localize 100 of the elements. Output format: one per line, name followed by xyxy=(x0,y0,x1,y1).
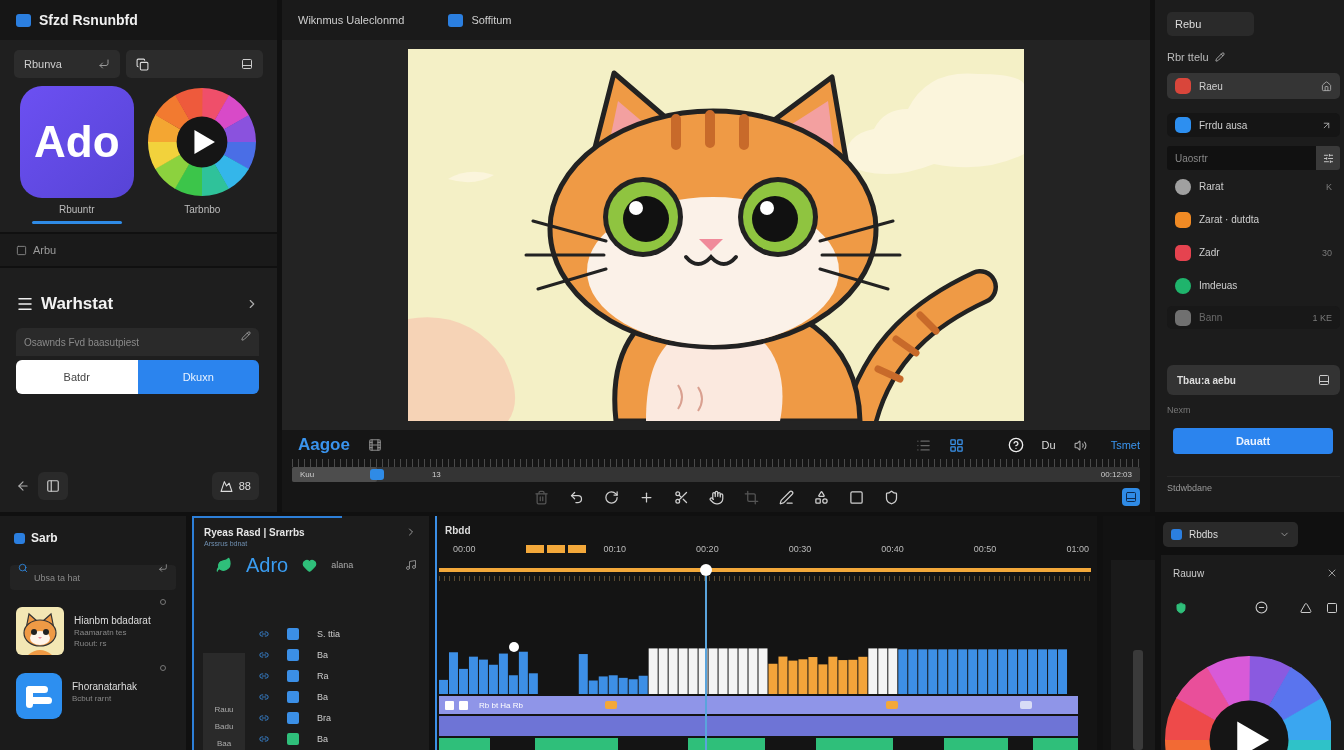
list-item[interactable]: Imdeuas xyxy=(1167,269,1340,302)
list-item[interactable]: Frrdu ausa xyxy=(1167,113,1340,137)
panel-icon xyxy=(46,479,60,493)
return-icon xyxy=(158,563,168,573)
shield-icon[interactable] xyxy=(1175,601,1187,614)
app-logo: Ado xyxy=(19,86,134,198)
segment-button[interactable]: Dkuxn xyxy=(137,360,259,394)
range-marker[interactable] xyxy=(525,545,586,553)
square-icon[interactable] xyxy=(848,489,864,505)
time-label: 00:00 xyxy=(453,544,476,554)
list-item[interactable]: Zarat · dutdta xyxy=(1167,203,1340,236)
clip-square-icon xyxy=(459,700,468,710)
back-icon[interactable] xyxy=(16,479,30,493)
shapes-icon[interactable] xyxy=(813,489,829,505)
link-icon[interactable] xyxy=(259,670,269,681)
shield-icon[interactable] xyxy=(883,489,899,505)
list-icon[interactable] xyxy=(915,437,931,453)
volume-icon[interactable] xyxy=(1073,438,1087,452)
list-item[interactable]: Zadr 30 xyxy=(1167,236,1340,269)
quick-button[interactable]: Rbunva xyxy=(14,50,120,78)
viewer-tab[interactable]: Soffitum xyxy=(448,13,512,27)
video-clip[interactable] xyxy=(1033,738,1078,750)
video-clip[interactable] xyxy=(688,738,765,750)
list-item[interactable]: Rarat K xyxy=(1167,170,1340,203)
link-icon[interactable] xyxy=(259,691,269,702)
app-label: Adro xyxy=(246,553,289,577)
image-button[interactable]: 88 xyxy=(211,472,259,500)
time-label: 00:50 xyxy=(973,544,997,554)
media-item-title[interactable]: Hianbm bdadarat xyxy=(74,615,151,626)
workspace-title: Warhstat xyxy=(41,294,115,314)
media-item-detail: Bcbut rarnt xyxy=(72,694,113,703)
player-title: Aagoe xyxy=(298,435,350,455)
plus-icon[interactable] xyxy=(638,489,654,505)
playhead[interactable] xyxy=(700,564,713,576)
return-icon xyxy=(98,58,110,70)
video-clip[interactable] xyxy=(943,738,1008,750)
link-icon[interactable] xyxy=(259,649,269,660)
output-dropdown[interactable]: Rbdbs xyxy=(1163,522,1298,547)
link-icon[interactable] xyxy=(259,628,269,639)
link-icon[interactable] xyxy=(259,712,269,723)
keyframe-handle[interactable] xyxy=(509,642,519,652)
track-label: Ba xyxy=(317,733,328,744)
video-clip[interactable] xyxy=(816,738,893,750)
hand-icon[interactable] xyxy=(708,489,724,505)
clip-square-icon xyxy=(445,700,454,710)
panel-icon xyxy=(1125,491,1137,503)
section-button[interactable]: Tbau:a aebu xyxy=(1167,365,1340,395)
item-meta: K xyxy=(1326,181,1332,192)
media-item-detail: Raamaratn tes xyxy=(74,628,128,637)
scrub-thumb[interactable] xyxy=(369,469,384,480)
undo-icon[interactable] xyxy=(568,489,584,505)
track-label: Ra xyxy=(317,670,329,681)
help-icon[interactable] xyxy=(1007,437,1024,453)
film-icon[interactable] xyxy=(367,438,382,452)
filter-button[interactable] xyxy=(1316,146,1340,170)
time-label: 00:40 xyxy=(881,544,904,554)
scissors-icon[interactable] xyxy=(673,489,689,505)
pen-icon[interactable] xyxy=(778,489,794,505)
time-mark: 13 xyxy=(431,470,441,479)
track-label: Ba xyxy=(317,691,328,702)
media-item-title[interactable]: Fhoranatarhak xyxy=(72,681,138,692)
inspector-tab[interactable]: Rebu xyxy=(1167,12,1254,36)
crop-icon[interactable] xyxy=(743,489,759,505)
time-label: 00:30 xyxy=(788,544,812,554)
filter-field[interactable]: Uaosrtr xyxy=(1167,146,1316,170)
text-field[interactable]: Osawnds Fvd baasutpiest xyxy=(16,328,259,356)
scrub-track[interactable]: Kuu 13 00:12:03 xyxy=(292,467,1140,482)
section-label: Arbu xyxy=(33,244,57,256)
copy-icon xyxy=(136,57,149,71)
grid-icon[interactable] xyxy=(948,437,964,453)
mode-link[interactable]: Tsmet xyxy=(1110,439,1140,451)
app-tab[interactable]: Ado Rbuuntr xyxy=(14,86,140,224)
panel-button[interactable] xyxy=(1122,488,1140,506)
sidebar-button[interactable] xyxy=(38,472,68,500)
scrollbar-thumb[interactable] xyxy=(1133,650,1143,750)
speed-label: Du xyxy=(1041,439,1056,451)
video-clip[interactable] xyxy=(439,738,491,750)
footer-label: Stdwbdane xyxy=(1167,476,1340,493)
segment-button[interactable]: Batdr xyxy=(16,360,138,394)
home-icon xyxy=(1321,80,1332,92)
start-label: Kuu xyxy=(300,470,315,479)
link-icon[interactable] xyxy=(259,733,269,744)
item-meta: 1 KE xyxy=(1312,312,1332,323)
media-item-detail: Ruout: rs xyxy=(74,639,108,648)
minus-circle-icon[interactable] xyxy=(1255,601,1268,614)
time-label: 00:10 xyxy=(603,544,627,554)
list-item[interactable]: Raeu xyxy=(1167,73,1340,99)
app-tab[interactable]: Tarbnbo xyxy=(139,86,265,224)
search-field[interactable]: Ubsa ta hat xyxy=(10,565,176,590)
square-icon xyxy=(16,244,27,256)
group-label: Rauu xyxy=(214,705,234,714)
square-icon[interactable] xyxy=(1326,601,1338,614)
title-clip[interactable] xyxy=(439,716,1078,736)
video-clip[interactable] xyxy=(534,738,618,750)
group-label: Badu xyxy=(214,722,234,731)
close-icon[interactable] xyxy=(1326,567,1338,579)
music-icon[interactable] xyxy=(405,559,417,571)
rotate-icon[interactable] xyxy=(603,489,619,505)
quick-button[interactable] xyxy=(126,50,263,78)
triangle-icon[interactable] xyxy=(1300,601,1312,614)
